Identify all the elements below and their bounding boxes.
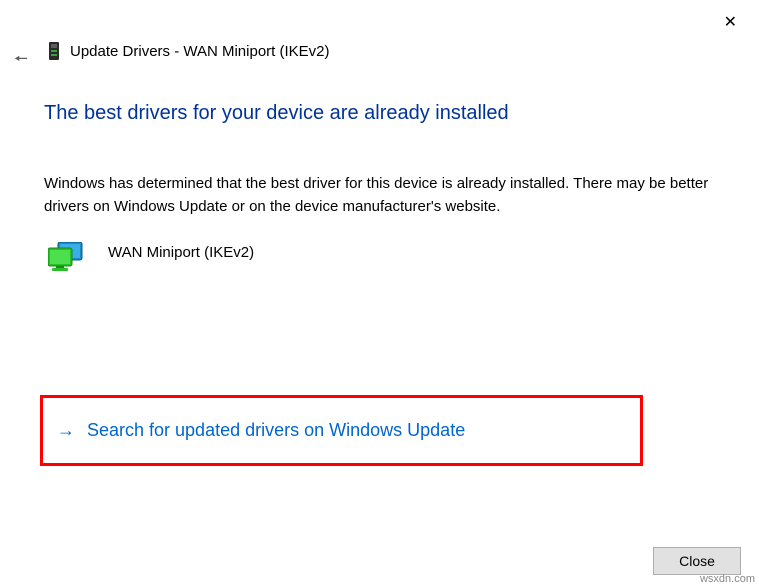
device-name-label: WAN Miniport (IKEv2) [108, 242, 254, 261]
watermark-text: wsxdn.com [700, 573, 755, 585]
body-text: Windows has determined that the best dri… [44, 173, 715, 218]
monitors-icon [48, 242, 84, 274]
dialog-header: Update Drivers - WAN Miniport (IKEv2) [48, 42, 330, 60]
dialog-title: Update Drivers - WAN Miniport (IKEv2) [70, 43, 330, 60]
back-arrow-icon[interactable]: 🠔 [14, 48, 28, 75]
device-chip-icon [48, 42, 60, 60]
close-button[interactable]: Close [653, 547, 741, 575]
dialog-footer: Close [653, 547, 741, 575]
search-windows-update-link[interactable]: → Search for updated drivers on Windows … [40, 395, 643, 466]
main-heading: The best drivers for your device are alr… [44, 102, 715, 125]
content-area: The best drivers for your device are alr… [44, 102, 715, 274]
device-row: WAN Miniport (IKEv2) [48, 242, 715, 274]
arrow-right-icon: → [57, 420, 75, 441]
link-text: Search for updated drivers on Windows Up… [87, 420, 465, 441]
close-icon[interactable]: ✕ [724, 12, 737, 32]
